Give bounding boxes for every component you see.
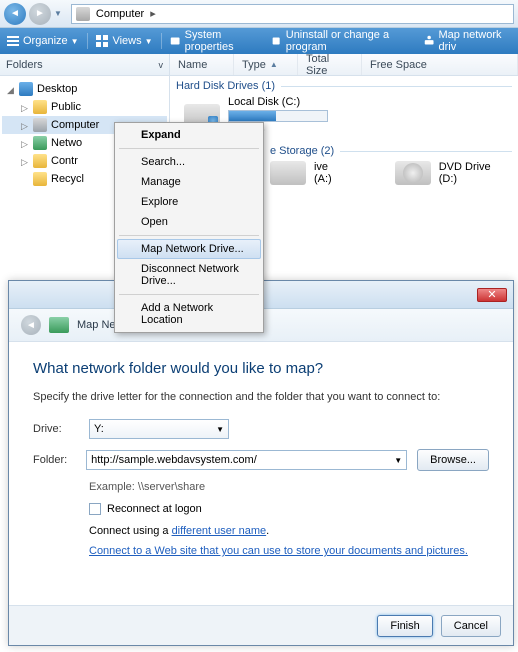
tree-desktop[interactable]: ◢Desktop (2, 80, 167, 98)
drive-label: ive (A:) (314, 161, 349, 185)
chevron-down-icon: ▼ (394, 456, 402, 465)
control-panel-icon (33, 154, 47, 168)
browse-button[interactable]: Browse... (417, 449, 489, 471)
col-free[interactable]: Free Space (362, 54, 518, 75)
back-button[interactable]: ◄ (4, 3, 26, 25)
back-button[interactable]: ◄ (21, 315, 41, 335)
uninstall-label: Uninstall or change a program (286, 29, 415, 53)
tree-label: Desktop (37, 83, 77, 95)
tree-label: Public (51, 101, 81, 113)
ctx-disconnect[interactable]: Disconnect Network Drive... (117, 259, 261, 291)
ctx-open[interactable]: Open (117, 212, 261, 232)
tree-label: Recycl (51, 173, 84, 185)
computer-icon (76, 7, 90, 21)
organize-label: Organize (23, 35, 68, 47)
floppy-icon (270, 161, 306, 185)
sort-asc-icon: ▲ (270, 60, 278, 69)
address-bar[interactable]: Computer ▸ (71, 4, 514, 24)
properties-icon (169, 34, 181, 48)
uninstall-button[interactable]: Uninstall or change a program (270, 29, 415, 53)
tree-public[interactable]: ▷Public (2, 98, 167, 116)
website-link-row: Connect to a Web site that you can use t… (89, 545, 489, 557)
group-hdd[interactable]: Hard Disk Drives (1) (170, 76, 518, 94)
tree-label: Netwo (51, 137, 82, 149)
website-link[interactable]: Connect to a Web site that you can use t… (89, 545, 468, 557)
example-text: Example: \\server\share (89, 481, 489, 493)
folder-combo[interactable]: http://sample.webdavsystem.com/ ▼ (86, 450, 407, 470)
folders-title: Folders (6, 59, 43, 71)
folder-icon (33, 100, 47, 114)
column-header: Name Type▲ Total Size Free Space (170, 54, 518, 76)
col-name[interactable]: Name (170, 54, 234, 75)
views-icon (95, 34, 109, 48)
chevron-down-icon: ▼ (145, 37, 153, 46)
folders-header[interactable]: Folders v (0, 54, 169, 76)
drive-combo[interactable]: Y: ▼ (89, 419, 229, 439)
network-drive-icon (423, 34, 435, 48)
ctx-add-location[interactable]: Add a Network Location (117, 298, 261, 330)
breadcrumb-arrow-icon[interactable]: ▸ (150, 7, 156, 20)
nav-drop-icon[interactable]: ▼ (54, 9, 62, 18)
command-bar: Organize ▼ Views ▼ System properties Uni… (0, 28, 518, 54)
address-text: Computer (96, 8, 144, 20)
folder-label: Folder: (33, 454, 76, 466)
connect-using-row: Connect using a different user name. (89, 525, 489, 537)
close-icon: ✕ (487, 288, 496, 301)
ctx-manage[interactable]: Manage (117, 172, 261, 192)
reconnect-checkbox[interactable] (89, 503, 101, 515)
system-properties-button[interactable]: System properties (169, 29, 262, 53)
network-icon (33, 136, 47, 150)
folder-row: Folder: http://sample.webdavsystem.com/ … (33, 449, 489, 471)
tree-label: Computer (51, 119, 99, 131)
tree-label: Contr (51, 155, 78, 167)
folder-value: http://sample.webdavsystem.com/ (91, 454, 257, 466)
recycle-bin-icon (33, 172, 47, 186)
network-drive-icon (49, 317, 69, 333)
desktop-icon (19, 82, 33, 96)
space-bar (228, 110, 328, 122)
organize-menu[interactable]: Organize ▼ (6, 34, 79, 48)
collapse-icon[interactable]: v (159, 60, 164, 70)
col-type[interactable]: Type▲ (234, 54, 298, 75)
map-drive-button[interactable]: Map network driv (423, 29, 512, 53)
finish-button[interactable]: Finish (377, 615, 432, 637)
dvd-icon (395, 161, 431, 185)
ctx-search[interactable]: Search... (117, 152, 261, 172)
reconnect-row: Reconnect at logon (89, 503, 489, 515)
dialog-subtitle: Specify the drive letter for the connect… (33, 391, 489, 403)
different-user-link[interactable]: different user name (172, 525, 267, 537)
drive-label: DVD Drive (D:) (439, 161, 512, 185)
col-total[interactable]: Total Size (298, 54, 362, 75)
drive-label: Drive: (33, 423, 79, 435)
sys-props-label: System properties (185, 29, 263, 53)
chevron-down-icon: ▼ (71, 37, 79, 46)
dialog-body: What network folder would you like to ma… (9, 342, 513, 575)
map-drive-dialog: ✕ ◄ Map Network Drive What network folde… (8, 280, 514, 646)
chevron-down-icon: ▼ (216, 425, 224, 434)
views-menu[interactable]: Views ▼ (95, 34, 152, 48)
ctx-map-drive[interactable]: Map Network Drive... (117, 239, 261, 259)
uninstall-icon (270, 34, 282, 48)
computer-icon (33, 118, 47, 132)
ctx-expand[interactable]: Expand (117, 125, 261, 145)
cancel-button[interactable]: Cancel (441, 615, 501, 637)
views-label: Views (112, 35, 141, 47)
ctx-explore[interactable]: Explore (117, 192, 261, 212)
connect-using-text: Connect using a (89, 525, 172, 537)
context-menu: Expand Search... Manage Explore Open Map… (114, 122, 264, 333)
drive-value: Y: (94, 423, 104, 435)
drive-label: Local Disk (C:) (228, 96, 328, 108)
forward-button[interactable]: ► (29, 3, 51, 25)
close-button[interactable]: ✕ (477, 288, 507, 302)
organize-icon (6, 34, 20, 48)
reconnect-label: Reconnect at logon (107, 503, 202, 515)
map-drive-label: Map network driv (439, 29, 512, 53)
drive-row: Drive: Y: ▼ (33, 419, 489, 439)
dialog-title: What network folder would you like to ma… (33, 360, 489, 377)
dialog-footer: Finish Cancel (9, 605, 513, 645)
nav-bar: ◄ ► ▼ Computer ▸ (0, 0, 518, 28)
